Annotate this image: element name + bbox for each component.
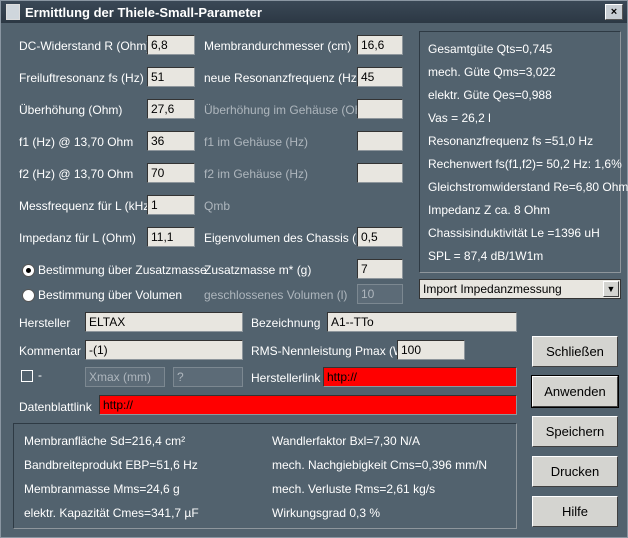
impedanz-l-label: Impedanz für L (Ohm) — [19, 231, 136, 245]
messfrequenz-input[interactable]: 1 — [147, 195, 195, 215]
zusatzmasse-label: Zusatzmasse m* (g) — [204, 263, 312, 277]
dc-widerstand-label: DC-Widerstand R (Ohm) — [19, 39, 151, 53]
f1-input[interactable]: 36 — [147, 131, 195, 151]
f1-label: f1 (Hz) @ 13,70 Ohm — [19, 135, 134, 149]
q-input[interactable]: ? — [173, 367, 243, 387]
ueberhoehung-label: Überhöhung (Ohm) — [19, 103, 123, 117]
radio-volumen[interactable] — [22, 289, 35, 302]
ueberhoehung-input[interactable]: 27,6 — [147, 99, 195, 119]
ueberhoehung-gehaeuse-label: Überhöhung im Gehäuse (Ohm) — [204, 103, 376, 117]
messfrequenz-label: Messfrequenz für L (kHz) — [19, 199, 154, 213]
xmax-checkbox[interactable] — [21, 370, 33, 382]
hersteller-label: Hersteller — [19, 316, 71, 330]
kommentar-label: Kommentar — [19, 344, 82, 358]
result-re: Gleichstromwiderstand Re=6,80 Ohm — [428, 180, 628, 194]
f2-label: f2 (Hz) @ 13,70 Ohm — [19, 167, 134, 181]
f1-gehaeuse-input[interactable] — [357, 131, 403, 151]
bottom-results-panel: Membranfläche Sd=216,4 cm² Bandbreitepro… — [13, 423, 517, 529]
close-icon[interactable]: × — [605, 4, 623, 20]
result-sd: Membranfläche Sd=216,4 cm² — [24, 434, 186, 448]
qmb-label: Qmb — [204, 199, 231, 213]
zusatzmasse-input[interactable]: 7 — [357, 259, 403, 279]
result-cms: mech. Nachgiebigkeit Cms=0,396 mm/N — [272, 458, 488, 472]
herstellerlink-label: Herstellerlink — [251, 371, 321, 385]
freiluftresonanz-input[interactable]: 51 — [147, 67, 195, 87]
result-qts: Gesamtgüte Qts=0,745 — [428, 42, 553, 56]
bezeichnung-label: Bezeichnung — [251, 316, 321, 330]
import-select[interactable]: Import Impedanzmessung ▼ — [419, 279, 621, 299]
neue-resonanz-label: neue Resonanzfrequenz (Hz) — [204, 71, 361, 85]
result-qms: mech. Güte Qms=3,022 — [428, 65, 556, 79]
eigenvolumen-input[interactable]: 0,5 — [357, 227, 403, 247]
f2-gehaeuse-input[interactable] — [357, 163, 403, 183]
apply-button[interactable]: Anwenden — [531, 375, 619, 408]
f2-gehaeuse-label: f2 im Gehäuse (Hz) — [204, 167, 309, 181]
membrandurchmesser-input[interactable]: 16,6 — [357, 35, 403, 55]
dc-widerstand-input[interactable]: 6,8 — [147, 35, 195, 55]
xmax-input[interactable]: Xmax (mm) — [85, 367, 165, 387]
eigenvolumen-label: Eigenvolumen des Chassis (l) — [204, 231, 363, 245]
main-window: Ermittlung der Thiele-Small-Parameter × … — [0, 0, 628, 538]
chevron-down-icon[interactable]: ▼ — [603, 281, 619, 297]
membrandurchmesser-label: Membrandurchmesser (cm) — [204, 39, 352, 53]
close-button[interactable]: Schließen — [532, 336, 618, 367]
result-vas: Vas = 26,2 l — [428, 111, 491, 125]
result-ebp: Bandbreiteprodukt EBP=51,6 Hz — [24, 458, 198, 472]
app-icon — [6, 4, 20, 20]
print-button[interactable]: Drucken — [532, 456, 618, 487]
radio-volumen-label: Bestimmung über Volumen — [38, 288, 183, 302]
rms-input[interactable]: 100 — [397, 340, 465, 360]
radio-zusatzmasse-label: Bestimmung über Zusatzmasse — [38, 263, 207, 277]
result-wirkungsgrad: Wirkungsgrad 0,3 % — [272, 506, 381, 520]
f1-gehaeuse-label: f1 im Gehäuse (Hz) — [204, 135, 309, 149]
datenblatt-label: Datenblattlink — [19, 400, 92, 414]
freiluftresonanz-label: Freiluftresonanz fs (Hz) — [19, 71, 144, 85]
neue-resonanz-input[interactable]: 45 — [357, 67, 403, 87]
impedanz-l-input[interactable]: 11,1 — [147, 227, 195, 247]
ueberhoehung-gehaeuse-input[interactable] — [357, 99, 403, 119]
rms-label: RMS-Nennleistung Pmax (W) — [251, 344, 409, 358]
herstellerlink-input[interactable]: http:// — [323, 367, 517, 387]
import-select-value: Import Impedanzmessung — [423, 282, 562, 296]
result-rms: mech. Verluste Rms=2,61 kg/s — [272, 482, 436, 496]
result-rechenwert: Rechenwert fs(f1,f2)= 50,2 Hz: 1,6% — [428, 157, 622, 171]
title-bar: Ermittlung der Thiele-Small-Parameter × — [1, 1, 627, 23]
datenblatt-input[interactable]: http:// — [99, 395, 517, 415]
help-button[interactable]: Hilfe — [532, 496, 618, 527]
result-qes: elektr. Güte Qes=0,988 — [428, 88, 552, 102]
result-impedanz: Impedanz Z ca. 8 Ohm — [428, 203, 551, 217]
result-le: Chassisinduktivität Le =1396 uH — [428, 226, 600, 240]
results-panel: Gesamtgüte Qts=0,745 mech. Güte Qms=3,02… — [419, 31, 628, 273]
kommentar-input[interactable]: -(1) — [85, 340, 243, 360]
f2-input[interactable]: 70 — [147, 163, 195, 183]
radio-zusatzmasse[interactable] — [22, 264, 35, 277]
result-fs: Resonanzfrequenz fs =51,0 Hz — [428, 134, 594, 148]
save-button[interactable]: Speichern — [532, 416, 618, 447]
window-title: Ermittlung der Thiele-Small-Parameter — [25, 4, 262, 20]
hersteller-input[interactable]: ELTAX — [85, 312, 243, 332]
volumen-input[interactable]: 10 — [357, 284, 403, 304]
result-cmes: elektr. Kapazität Cmes=341,7 µF — [24, 506, 199, 520]
checkbox-label: - — [38, 368, 42, 382]
result-mms: Membranmasse Mms=24,6 g — [24, 482, 180, 496]
bezeichnung-input[interactable]: A1--TTo — [327, 312, 517, 332]
result-bxl: Wandlerfaktor Bxl=7,30 N/A — [272, 434, 420, 448]
volumen-field-label: geschlossenes Volumen (l) — [204, 288, 348, 302]
result-spl: SPL = 87,4 dB/1W1m — [428, 249, 544, 263]
